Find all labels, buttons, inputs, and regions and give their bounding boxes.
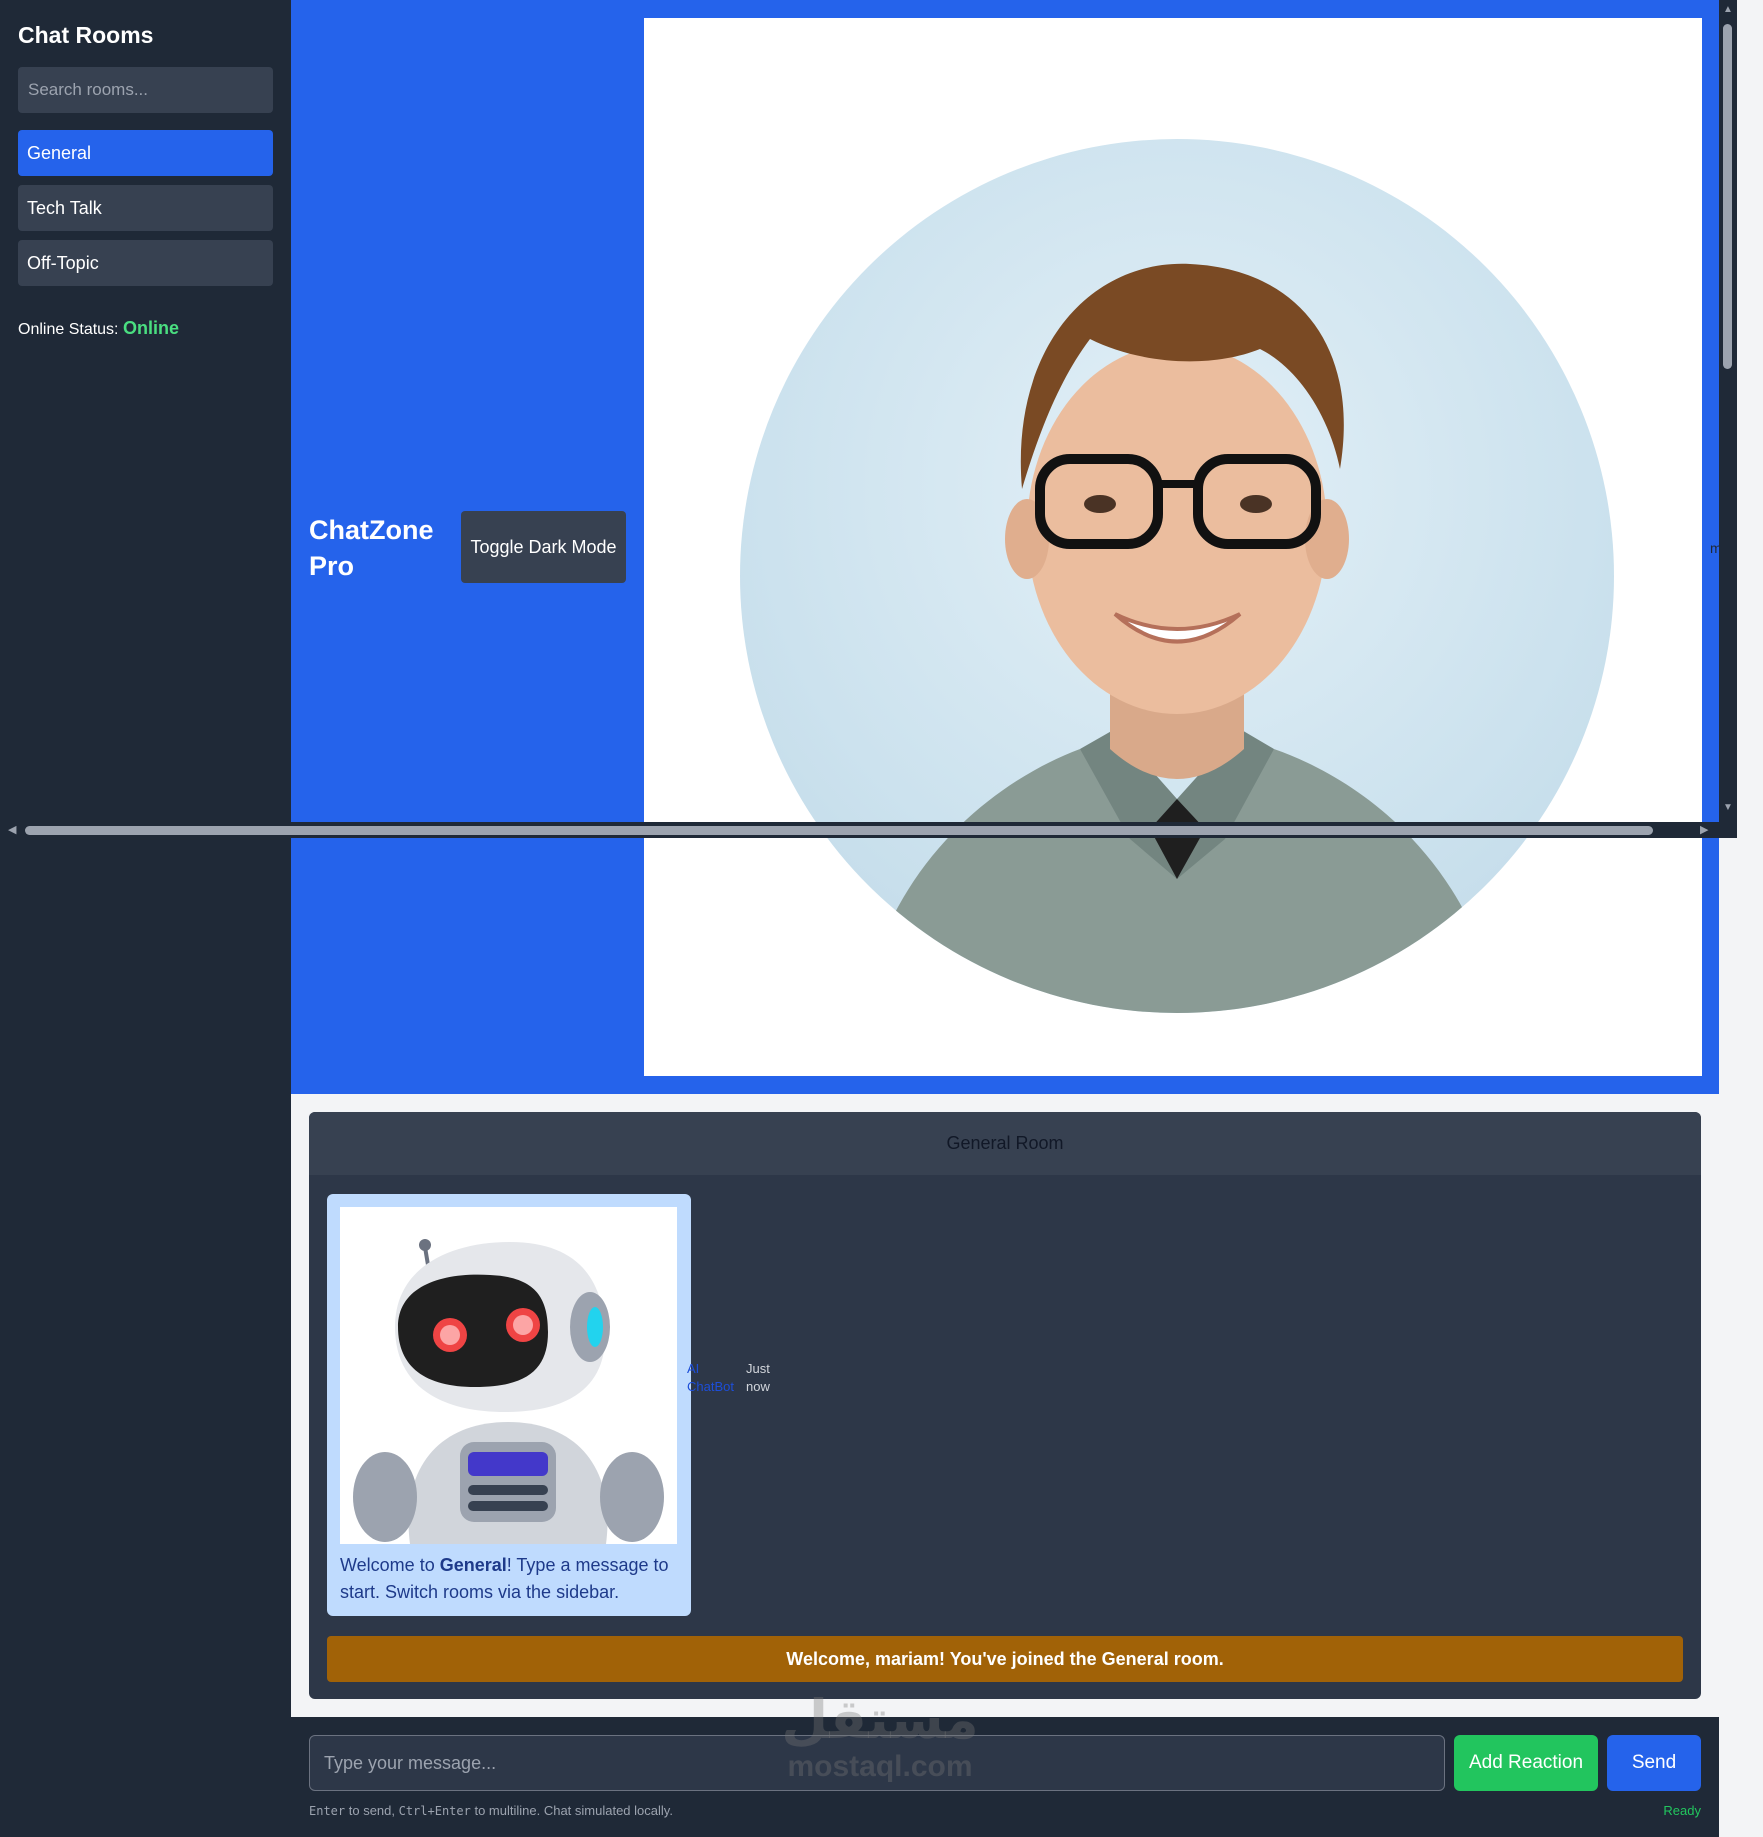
message-composer: Add Reaction Send Enter to send, Ctrl+En… (291, 1717, 1719, 1837)
room-title: General Room (309, 1112, 1701, 1175)
hint-text-2: to multiline. Chat simulated locally. (470, 1803, 673, 1818)
room-search-input[interactable] (18, 67, 273, 113)
scroll-right-icon[interactable]: ▶ (1700, 823, 1708, 836)
message-text: Welcome to General! Type a message to st… (340, 1552, 678, 1606)
person-illustration (860, 263, 1500, 1013)
robot-icon (353, 1239, 664, 1544)
hint-text-1: to send, (345, 1803, 399, 1818)
sidebar-title: Chat Rooms (18, 22, 154, 48)
scroll-left-icon[interactable]: ◀ (8, 823, 16, 836)
sidebar: Chat Rooms General Tech Talk Off-Topic O… (0, 0, 291, 1837)
scroll-down-icon[interactable]: ▼ (1723, 802, 1733, 813)
vertical-scrollbar[interactable]: ▲ ▼ (1719, 0, 1737, 822)
scroll-up-icon[interactable]: ▲ (1723, 4, 1733, 15)
room-item-off-topic[interactable]: Off-Topic (18, 240, 273, 286)
app-header: ChatZone Pro Toggle Dark Mode (291, 0, 1719, 1094)
ready-status: Ready (1663, 1803, 1701, 1818)
horizontal-scrollbar[interactable]: ◀ ▶ (0, 822, 1737, 838)
toggle-dark-mode-button[interactable]: Toggle Dark Mode (461, 511, 626, 583)
profile-photo-circle (740, 139, 1614, 1013)
online-status: Online Status: Online (18, 318, 273, 339)
room-item-tech-talk[interactable]: Tech Talk (18, 185, 273, 231)
add-reaction-button[interactable]: Add Reaction (1454, 1735, 1598, 1791)
horizontal-scroll-thumb[interactable] (25, 826, 1653, 835)
join-notification: Welcome, mariam! You've joined the Gener… (327, 1636, 1683, 1682)
online-status-value: Online (122, 318, 179, 338)
profile-photo (644, 18, 1702, 1076)
message-author: AI ChatBot (687, 1361, 734, 1394)
composer-hint: Enter to send, Ctrl+Enter to multiline. … (309, 1803, 673, 1818)
hint-enter-key: Enter (309, 1804, 346, 1818)
message-text-before: Welcome to (340, 1555, 440, 1575)
send-button[interactable]: Send (1607, 1735, 1701, 1791)
message-room-name: General (439, 1555, 507, 1575)
vertical-scroll-thumb[interactable] (1723, 24, 1732, 369)
robot-avatar (340, 1207, 677, 1544)
online-status-label: Online Status: (18, 321, 119, 338)
message-timestamp: Just now (746, 1361, 770, 1394)
app-brand: ChatZone Pro (309, 515, 434, 581)
room-item-general[interactable]: General (18, 130, 273, 176)
message-bubble: Welcome to General! Type a message to st… (327, 1194, 691, 1616)
chat-panel: General Room Welcome to General! Type a … (309, 1112, 1701, 1699)
message-input[interactable] (309, 1735, 1445, 1791)
hint-ctrl-enter-key: Ctrl+Enter (398, 1804, 471, 1818)
